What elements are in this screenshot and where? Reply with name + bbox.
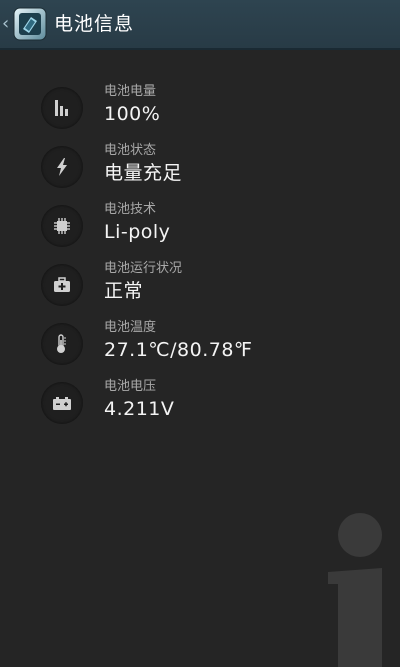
list-item-battery-health: 电池运行状况 正常 xyxy=(0,257,400,316)
info-i-icon xyxy=(328,513,382,667)
list-item-battery-temperature: 电池温度 27.1℃/80.78℉ xyxy=(0,316,400,375)
chip-icon xyxy=(41,205,83,247)
list-item-battery-level: 电池电量 100% xyxy=(0,80,400,139)
battery-status-value: 电量充足 xyxy=(104,162,183,184)
action-bar: ‹ 电池信息 xyxy=(0,0,400,50)
battery-temperature-label: 电池温度 xyxy=(104,320,157,335)
battery-status-label: 电池状态 xyxy=(104,143,157,158)
battery-level-value: 100% xyxy=(104,103,161,125)
battery-technology-label: 电池技术 xyxy=(104,202,157,217)
battery-health-value: 正常 xyxy=(104,280,144,302)
battery-voltage-icon xyxy=(41,382,83,424)
battery-level-bars-icon xyxy=(41,87,83,129)
page-title: 电池信息 xyxy=(54,13,135,35)
list-item-battery-voltage: 电池电压 4.211V xyxy=(0,375,400,434)
battery-health-label: 电池运行状况 xyxy=(104,261,183,276)
battery-voltage-value: 4.211V xyxy=(104,398,175,420)
battery-info-list: 电池电量 100% 电池状态 电量充足 电池技术 Li-poly 电池运行状况 … xyxy=(0,80,400,434)
battery-level-label: 电池电量 xyxy=(104,84,157,99)
battery-voltage-label: 电池电压 xyxy=(104,379,157,394)
lightning-bolt-icon xyxy=(41,146,83,188)
battery-technology-value: Li-poly xyxy=(104,221,171,243)
list-item-battery-technology: 电池技术 Li-poly xyxy=(0,198,400,257)
battery-info-screen: ‹ 电池信息 电池电量 100% 电池状态 电量充足 电池技术 Li-poly … xyxy=(0,0,400,667)
back-chevron-icon: ‹ xyxy=(2,13,10,34)
battery-temperature-value: 27.1℃/80.78℉ xyxy=(104,339,253,361)
list-item-battery-status: 电池状态 电量充足 xyxy=(0,139,400,198)
up-navigation-button[interactable]: ‹ xyxy=(0,0,50,50)
thermometer-icon xyxy=(41,323,83,365)
battery-app-icon xyxy=(13,7,47,41)
medical-kit-icon xyxy=(41,264,83,306)
